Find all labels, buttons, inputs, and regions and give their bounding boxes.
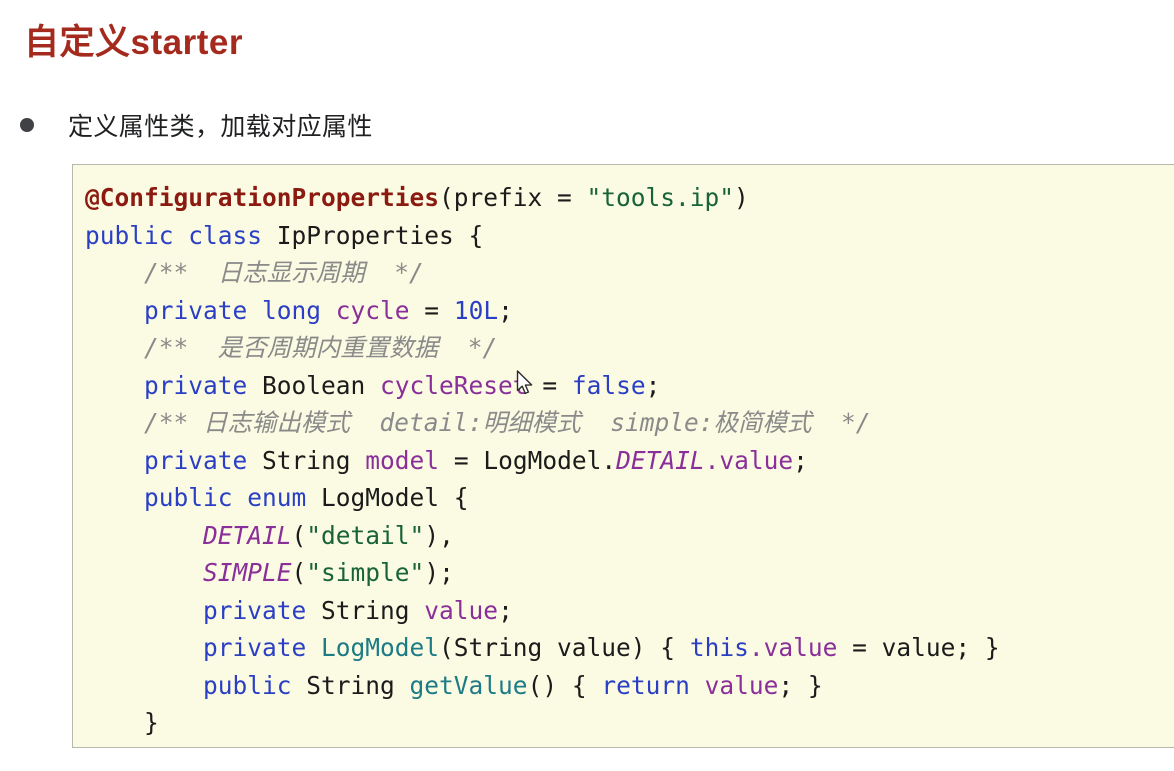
bullet-list-item: 定义属性类，加载对应属性 [20,107,373,143]
code-token: = value; } [837,633,1000,662]
code-token: = LogModel. [439,445,617,475]
code-token: /** 日志显示周期 */ [85,258,424,287]
bullet-dot-icon [20,118,34,132]
code-token: ; [498,595,513,625]
code-token: SIMPLE [203,558,292,587]
code-line: private long cycle = 10L; [85,292,1174,330]
code-token: ; [793,445,808,475]
code-token: @ConfigurationProperties [85,183,440,212]
code-token: } [85,708,159,737]
page-title: 自定义starter [24,23,243,62]
code-token: private [144,370,263,400]
code-token: cycleReset [380,370,528,400]
code-line: DETAIL("detail"), [85,517,1174,555]
code-token: = [409,295,454,325]
code-line: /** 日志显示周期 */ [85,254,1174,292]
code-line: private String value; [85,592,1174,630]
code-token: ; } [778,670,823,700]
code-token: "tools.ip" [586,183,735,212]
code-token: = [527,370,572,400]
code-token: private long [144,295,336,325]
code-token: IpProperties { [276,220,484,250]
code-line: @ConfigurationProperties(prefix = "tools… [85,179,1174,217]
code-token: .value [748,633,838,662]
code-line: public class IpProperties { [85,217,1174,255]
code-token: String [262,445,366,475]
code-token: LogModel { [321,483,469,512]
code-token: DETAIL [203,520,292,550]
code-line: SIMPLE("simple"); [85,554,1174,592]
code-line: /** 日志输出模式 detail:明细模式 simple:极简模式 */ [85,404,1174,442]
code-token: () { [527,670,602,700]
code-token: ); [424,558,454,587]
code-token: .value [704,445,794,475]
slide-canvas: 自定义starter 定义属性类，加载对应属性 @ConfigurationPr… [0,0,1174,771]
code-body: @ConfigurationProperties(prefix = "tools… [73,165,1174,748]
code-token: public class [85,220,277,250]
code-token: DETAIL [616,445,705,475]
code-line: } [85,742,1174,748]
code-token: "detail" [306,520,425,550]
code-token: 10L [453,295,499,325]
code-token: } [85,746,100,748]
code-token: String [321,595,425,625]
code-token: model [365,445,440,475]
code-token: LogModel [321,633,440,662]
code-token: private [144,445,263,475]
code-token: (prefix = [439,183,587,212]
code-token: ; [498,295,513,325]
code-token: public enum [144,483,322,512]
code-line: } [85,704,1174,742]
code-token: private [203,633,322,662]
code-token: this [689,633,749,662]
code-token: public [203,670,307,700]
code-token: false [571,370,646,400]
code-token: /** 是否周期内重置数据 */ [85,333,498,362]
code-token: /** 日志输出模式 detail:明细模式 simple:极简模式 */ [85,408,871,437]
code-token: ), [424,520,454,550]
code-block: @ConfigurationProperties(prefix = "tools… [72,164,1174,748]
code-token: value [424,595,499,625]
code-line: public enum LogModel { [85,479,1174,517]
code-token: "simple" [306,558,425,587]
code-token: ; [645,370,661,400]
code-line: /** 是否周期内重置数据 */ [85,329,1174,367]
code-token: Boolean [262,370,381,400]
code-token: String [306,670,410,700]
code-line: public String getValue() { return value;… [85,667,1174,705]
code-token: cycle [335,295,410,325]
code-line: private String model = LogModel.DETAIL.v… [85,442,1174,480]
code-token: getValue [409,670,528,700]
code-line: private Boolean cycleReset = false; [85,367,1174,405]
code-token: private [203,595,322,625]
code-token: (String value) { [439,633,690,662]
code-token: ( [291,520,307,550]
code-token: ) [734,183,749,212]
code-token: value [704,670,779,700]
code-token: ( [291,558,307,587]
bullet-item-label: 定义属性类，加载对应属性 [68,113,373,141]
code-token: return [601,670,705,700]
code-line: private LogModel(String value) { this.va… [85,629,1174,667]
